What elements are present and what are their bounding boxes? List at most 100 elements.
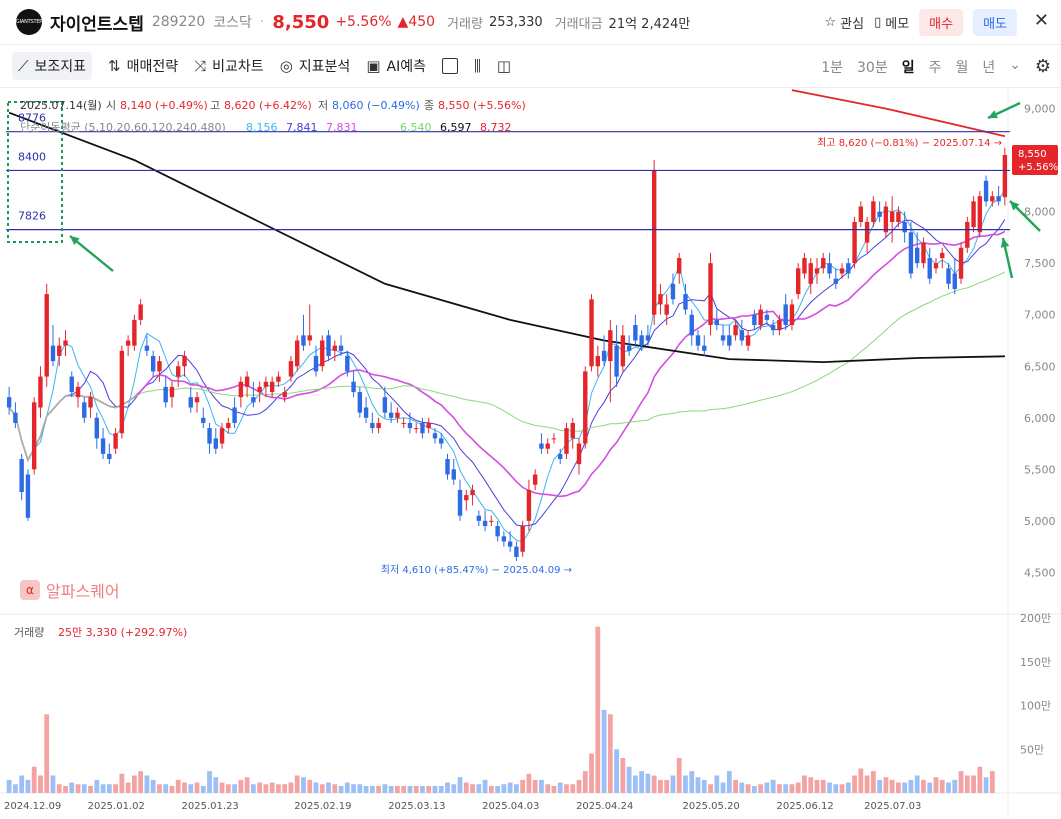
candle-body[interactable] bbox=[532, 474, 538, 485]
candle-body[interactable] bbox=[651, 170, 657, 315]
candle-body[interactable] bbox=[63, 340, 68, 346]
candle-body[interactable] bbox=[282, 392, 287, 398]
candle-body[interactable] bbox=[313, 355, 319, 372]
candle-body[interactable] bbox=[25, 474, 31, 518]
analysis-button[interactable]: ◎ 지표분석 bbox=[280, 56, 351, 76]
candle-body[interactable] bbox=[677, 258, 682, 274]
candle-body[interactable] bbox=[113, 433, 118, 449]
candle-body[interactable] bbox=[157, 361, 162, 372]
candle-body[interactable] bbox=[44, 294, 49, 377]
candle-body[interactable] bbox=[839, 268, 845, 274]
candle-body[interactable] bbox=[990, 196, 995, 202]
candle-body[interactable] bbox=[338, 345, 344, 351]
period-year[interactable]: 년 bbox=[982, 57, 995, 77]
candle-body[interactable] bbox=[69, 376, 74, 393]
chevron-down-icon[interactable]: ⌄ bbox=[1009, 57, 1021, 77]
candle-body[interactable] bbox=[539, 443, 544, 449]
candle-body[interactable] bbox=[263, 381, 269, 387]
candle-type-button[interactable]: ⫼ bbox=[474, 57, 481, 75]
candle-body[interactable] bbox=[996, 196, 1001, 202]
candle-body[interactable] bbox=[770, 325, 776, 331]
candle-body[interactable] bbox=[464, 495, 469, 501]
candle-body[interactable] bbox=[119, 350, 125, 434]
candle-body[interactable] bbox=[1002, 154, 1008, 198]
candle-body[interactable] bbox=[977, 196, 983, 233]
candle-body[interactable] bbox=[351, 381, 356, 393]
candle-body[interactable] bbox=[82, 402, 87, 418]
candle-body[interactable] bbox=[144, 345, 150, 351]
candle-body[interactable] bbox=[38, 376, 43, 408]
candle-body[interactable] bbox=[201, 417, 206, 423]
candle-body[interactable] bbox=[432, 433, 438, 439]
candle-body[interactable] bbox=[407, 422, 413, 429]
candle-body[interactable] bbox=[489, 520, 494, 522]
screenshot-button[interactable]: ◫ bbox=[497, 57, 511, 75]
candle-body[interactable] bbox=[864, 221, 870, 243]
candle-body[interactable] bbox=[100, 438, 106, 454]
candle-body[interactable] bbox=[138, 304, 143, 320]
candle-body[interactable] bbox=[902, 221, 907, 233]
candle-body[interactable] bbox=[276, 376, 281, 382]
price-chart[interactable]: 877684007826 9,0008,5008,0007,5007,0006,… bbox=[0, 88, 1061, 819]
candle-body[interactable] bbox=[952, 273, 957, 289]
candle-body[interactable] bbox=[57, 345, 62, 356]
candle-body[interactable] bbox=[608, 330, 613, 362]
candle-body[interactable] bbox=[702, 345, 707, 351]
candle-body[interactable] bbox=[683, 294, 688, 310]
candle-body[interactable] bbox=[357, 392, 363, 413]
candle-body[interactable] bbox=[877, 211, 882, 217]
candle-body[interactable] bbox=[940, 252, 945, 259]
candle-body[interactable] bbox=[914, 247, 920, 264]
candle-body[interactable] bbox=[576, 443, 582, 465]
candle-body[interactable] bbox=[132, 319, 137, 346]
candle-body[interactable] bbox=[6, 397, 12, 408]
candle-body[interactable] bbox=[752, 314, 757, 326]
candle-body[interactable] bbox=[852, 221, 857, 264]
candle-body[interactable] bbox=[526, 489, 532, 521]
candle-body[interactable] bbox=[570, 422, 575, 439]
candle-body[interactable] bbox=[363, 407, 369, 418]
watch-button[interactable]: ☆ 관심 bbox=[825, 13, 865, 32]
period-1min[interactable]: 1분 bbox=[821, 57, 843, 77]
candle-body[interactable] bbox=[501, 536, 507, 542]
candle-body[interactable] bbox=[13, 412, 18, 423]
candle-body[interactable] bbox=[426, 422, 431, 429]
candle-body[interactable] bbox=[633, 325, 638, 341]
candle-body[interactable] bbox=[451, 469, 456, 480]
candle-body[interactable] bbox=[745, 335, 751, 346]
candle-body[interactable] bbox=[821, 258, 826, 269]
candle-body[interactable] bbox=[194, 397, 200, 403]
candle-body[interactable] bbox=[833, 278, 838, 284]
candle-body[interactable] bbox=[846, 263, 851, 274]
candle-body[interactable] bbox=[345, 355, 350, 372]
candle-body[interactable] bbox=[207, 428, 212, 444]
candle-body[interactable] bbox=[601, 350, 607, 362]
candle-body[interactable] bbox=[758, 309, 763, 326]
ai-predict-button[interactable]: ▣ AI예측 bbox=[366, 56, 426, 76]
candle-body[interactable] bbox=[495, 526, 500, 537]
candle-body[interactable] bbox=[376, 422, 381, 429]
candle-body[interactable] bbox=[295, 340, 300, 367]
period-month[interactable]: 월 bbox=[955, 57, 968, 77]
gear-icon[interactable]: ⚙ bbox=[1035, 56, 1051, 77]
candle-body[interactable] bbox=[420, 422, 425, 434]
candle-body[interactable] bbox=[388, 412, 394, 418]
indicators-button[interactable]: ⟋ 보조지표 bbox=[12, 52, 93, 80]
compare-button[interactable]: ⤨ 비교차트 bbox=[194, 56, 264, 76]
candle-body[interactable] bbox=[482, 520, 488, 527]
candle-body[interactable] bbox=[933, 263, 939, 269]
candle-body[interactable] bbox=[921, 242, 926, 264]
candle-body[interactable] bbox=[958, 247, 964, 279]
candle-body[interactable] bbox=[764, 314, 770, 320]
candle-body[interactable] bbox=[507, 541, 513, 547]
candle-body[interactable] bbox=[858, 206, 864, 222]
candle-body[interactable] bbox=[332, 345, 337, 351]
candle-body[interactable] bbox=[94, 417, 100, 439]
candle-body[interactable] bbox=[639, 335, 644, 346]
candle-body[interactable] bbox=[720, 335, 726, 341]
close-icon[interactable]: ✕ bbox=[1034, 10, 1049, 31]
candle-body[interactable] bbox=[695, 335, 701, 346]
candle-body[interactable] bbox=[739, 330, 745, 341]
candle-body[interactable] bbox=[219, 428, 225, 444]
candle-body[interactable] bbox=[125, 340, 131, 346]
